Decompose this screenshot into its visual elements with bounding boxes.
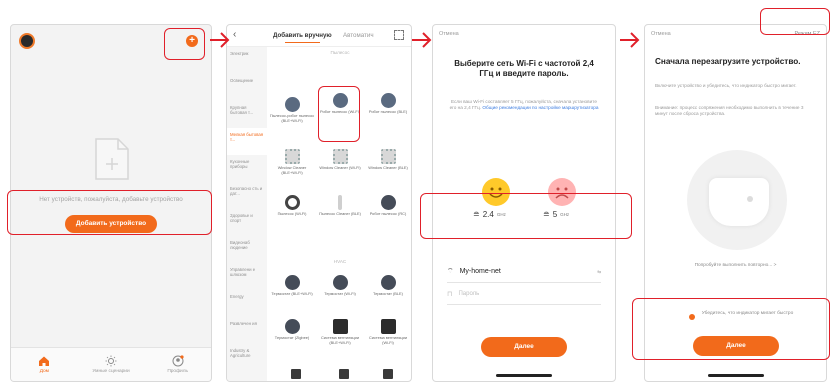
category-list: Электрик Освещение Крупная бытовая т... … <box>227 47 267 381</box>
device-tile[interactable]: Window Cleaner (BLE+Wi-Fi) <box>269 149 315 175</box>
device-tile[interactable]: Робот пылесос (RC) <box>365 195 411 217</box>
category-item[interactable]: Крупная бытовая т... <box>227 101 267 128</box>
highlight-confirm <box>632 298 830 360</box>
thermostat-icon <box>332 275 348 290</box>
next-button[interactable]: Далее <box>481 337 567 357</box>
avatar[interactable] <box>19 33 35 49</box>
highlight-add-device <box>7 190 212 235</box>
robot-vacuum-icon <box>284 97 300 112</box>
device-tile[interactable]: Window Cleaner (Wi-Fi) <box>317 149 363 171</box>
home-indicator <box>496 374 552 377</box>
window-cleaner-icon <box>284 149 300 164</box>
device-tile[interactable] <box>273 369 319 379</box>
retry-link[interactable]: Попробуйте выполнить повторно... > <box>645 263 826 268</box>
thermostat-icon <box>284 275 300 290</box>
category-item[interactable]: Управлени е шлюзом <box>227 263 267 290</box>
device-tile[interactable] <box>365 369 411 379</box>
device-tile[interactable]: Термостат (BLE+Wi-Fi) <box>269 275 315 297</box>
cancel-link[interactable]: Отмена <box>439 31 459 37</box>
device-led-icon <box>747 196 753 202</box>
lock-icon: ⊓ <box>447 290 453 298</box>
highlight-mode <box>760 8 830 35</box>
device-icon <box>291 369 301 379</box>
instruction-text: Включите устройство и убедитесь, что инд… <box>655 83 797 88</box>
category-item[interactable]: Развлечен ия <box>227 317 267 344</box>
vacuum-icon <box>284 195 300 210</box>
ventilation-icon <box>332 319 348 334</box>
scan-icon[interactable] <box>394 30 404 40</box>
tab-auto-scan[interactable]: Автоматич <box>343 32 374 39</box>
highlight-device-tile <box>318 86 360 142</box>
arrow-right-icon <box>412 32 432 48</box>
category-item[interactable]: Видеонаб людение <box>227 236 267 263</box>
device-tile[interactable]: Система вентиляции (Wi-Fi) <box>365 319 411 345</box>
device-tile[interactable]: Пылесос Cleaner (BLE) <box>317 195 363 217</box>
wifi-icon: ⌔ <box>447 268 454 275</box>
wifi-name-value: My-home-net <box>459 268 501 275</box>
profile-icon <box>172 355 184 367</box>
category-item[interactable]: Кухонные приборы <box>227 155 267 182</box>
robot-vacuum-icon <box>380 195 396 210</box>
robot-vacuum-icon <box>380 93 396 108</box>
warning-text: Внимание: процесс сопряжения необходимо … <box>655 105 804 116</box>
category-item[interactable]: Электрик <box>227 47 267 74</box>
switch-network-icon[interactable]: ⇆ <box>597 269 601 275</box>
category-item[interactable]: Industry & Agriculture <box>227 344 267 371</box>
category-item[interactable]: Освещение <box>227 74 267 101</box>
device-tile[interactable] <box>321 369 367 379</box>
page-title: Сначала перезагрузите устройство. <box>655 57 801 66</box>
category-item[interactable]: Energy <box>227 290 267 317</box>
category-item[interactable]: Безопасно сть и дат... <box>227 182 267 209</box>
window-cleaner-icon <box>332 149 348 164</box>
highlight-add-icon <box>164 28 205 60</box>
arrow-right-icon <box>620 32 640 48</box>
empty-document-icon <box>95 138 129 180</box>
group-title: Пылесос <box>330 50 350 55</box>
tab-scenes[interactable]: Умные сценарии <box>78 348 145 381</box>
tab-label: Умные сценарии <box>92 369 130 374</box>
subtitle: Если ваш Wi-Fi составляет 5 ГГц, пожалуй… <box>449 99 599 110</box>
tab-label: Дом <box>39 369 49 374</box>
highlight-band <box>420 193 632 239</box>
device-icon <box>383 369 393 379</box>
home-icon <box>39 356 50 366</box>
sun-icon <box>105 355 117 367</box>
device-icon <box>339 369 349 379</box>
tab-profile[interactable]: Профиль <box>144 348 211 381</box>
bottom-tab-bar: Дом Умные сценарии Профиль <box>11 347 211 381</box>
back-icon[interactable]: ‹ <box>233 29 236 40</box>
password-field[interactable]: ⊓ Пароль <box>447 283 601 305</box>
page-title: Выберите сеть Wi-Fi с частотой 2,4 ГГц и… <box>454 59 594 78</box>
group-title: HVAC <box>333 259 347 264</box>
home-indicator <box>707 374 764 377</box>
tab-label: Профиль <box>167 369 189 374</box>
tab-home[interactable]: Дом <box>11 348 78 381</box>
device-tile[interactable]: Робот пылесос (BLE) <box>365 93 411 115</box>
arrow-right-icon <box>210 32 230 48</box>
header: ‹ Добавить вручную Автоматич <box>227 25 411 47</box>
ventilation-icon <box>380 319 396 334</box>
device-illustration <box>687 150 787 250</box>
screen-add-device: ‹ Добавить вручную Автоматич Электрик Ос… <box>226 24 412 382</box>
stick-vacuum-icon <box>338 195 342 210</box>
thermostat-icon <box>380 275 396 290</box>
thermostat-icon <box>284 319 300 334</box>
password-placeholder: Пароль <box>458 290 480 297</box>
category-item[interactable]: Здоровье и спорт <box>227 209 267 236</box>
cancel-link[interactable]: Отмена <box>651 31 671 37</box>
device-tile[interactable]: Пылесос (Wi-Fi) <box>269 195 315 217</box>
device-tile[interactable]: Window Cleaner (BLE) <box>365 149 411 171</box>
device-tile[interactable]: Термостат (Zigbee) <box>269 319 315 341</box>
router-help-link[interactable]: Общие рекомендации по настройке маршрути… <box>482 105 598 110</box>
device-tile[interactable]: Термостат (BLE) <box>365 275 411 297</box>
category-item-active[interactable]: Мелкая бытовая т... <box>227 128 267 155</box>
device-tile[interactable]: Пылесос-робот пылесос (BLE+Wi-Fi) <box>269 97 315 123</box>
device-tile[interactable]: Термостат (Wi-Fi) <box>317 275 363 297</box>
wifi-name-field[interactable]: ⌔ My-home-net ⇆ <box>447 261 601 283</box>
tab-add-manually[interactable]: Добавить вручную <box>273 32 332 43</box>
window-cleaner-icon <box>380 149 396 164</box>
device-tile[interactable]: Система вентиляции (BLE+Wi-Fi) <box>317 319 363 345</box>
